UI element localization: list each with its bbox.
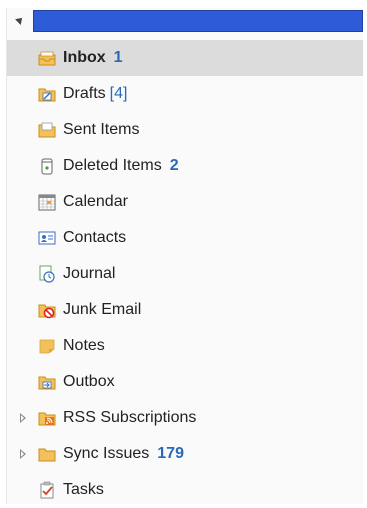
unread-count: 179 (157, 445, 184, 462)
sync-issues-icon (38, 448, 56, 462)
folder-label-journal: Journal (63, 265, 116, 282)
folder-label-inbox: Inbox 1 (63, 49, 123, 66)
contacts-icon (38, 231, 56, 245)
folder-label-junk-email: Junk Email (63, 301, 142, 318)
inbox-icon (38, 51, 56, 66)
folder-item-rss-subscriptions[interactable]: RSS Subscriptions (7, 400, 363, 436)
folder-item-sent-items[interactable]: Sent Items (7, 112, 363, 148)
folder-item-tasks[interactable]: Tasks (7, 472, 363, 508)
notes-icon (39, 339, 55, 354)
folder-item-junk-email[interactable]: Junk Email (7, 292, 363, 328)
unread-count: 1 (113, 49, 123, 66)
folder-label-deleted-items: Deleted Items 2 (63, 157, 179, 174)
folder-label-calendar: Calendar (63, 193, 128, 210)
sent-items-icon (38, 122, 56, 138)
expand-arrow-icon[interactable] (20, 449, 26, 459)
account-name-bar[interactable] (33, 10, 363, 32)
journal-icon (39, 265, 55, 283)
account-row[interactable] (7, 8, 363, 36)
expand-arrow-icon[interactable] (20, 413, 26, 423)
folder-label-sent-items: Sent Items (63, 121, 140, 138)
drafts-icon (38, 88, 56, 102)
folder-item-notes[interactable]: Notes (7, 328, 363, 364)
folder-item-contacts[interactable]: Contacts (7, 220, 363, 256)
junk-email-icon (38, 304, 56, 319)
folder-pane: Inbox 1 Drafts [4] Sent Items Deleted It… (6, 8, 363, 504)
folder-item-calendar[interactable]: Calendar (7, 184, 363, 220)
folder-item-inbox[interactable]: Inbox 1 (7, 40, 363, 76)
folder-label-sync-issues: Sync Issues 179 (63, 445, 184, 462)
folder-label-tasks: Tasks (63, 481, 104, 498)
folder-item-deleted-items[interactable]: Deleted Items 2 (7, 148, 363, 184)
collapse-caret-icon[interactable] (15, 15, 25, 25)
folder-item-journal[interactable]: Journal (7, 256, 363, 292)
folder-label-notes: Notes (63, 337, 105, 354)
folder-item-drafts[interactable]: Drafts [4] (7, 76, 363, 112)
calendar-icon (38, 194, 56, 211)
folder-label-drafts: Drafts [4] (63, 85, 128, 102)
folder-item-sync-issues[interactable]: Sync Issues 179 (7, 436, 363, 472)
folder-item-outbox[interactable]: Outbox (7, 364, 363, 400)
unread-count: 2 (169, 157, 179, 174)
deleted-items-icon (41, 158, 53, 175)
folder-label-contacts: Contacts (63, 229, 127, 246)
draft-count: [4] (109, 85, 128, 102)
tasks-icon (40, 481, 54, 499)
rss-icon (38, 412, 56, 426)
folder-label-outbox: Outbox (63, 373, 115, 390)
outbox-icon (38, 376, 56, 390)
folder-label-rss-subscriptions: RSS Subscriptions (63, 409, 197, 426)
folder-list: Inbox 1 Drafts [4] Sent Items Deleted It… (7, 40, 363, 508)
